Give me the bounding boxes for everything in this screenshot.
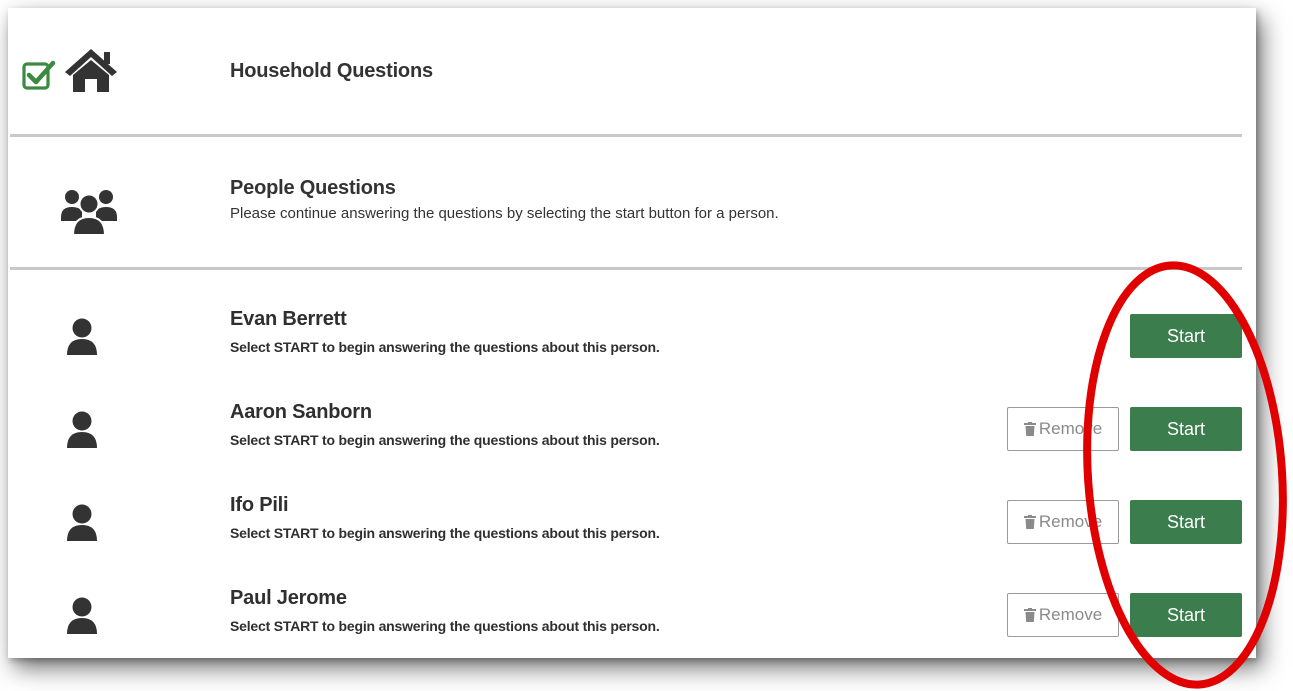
household-title: Household Questions bbox=[230, 60, 433, 82]
person-name: Ifo Pili bbox=[230, 494, 289, 516]
remove-button[interactable]: Remove bbox=[1007, 500, 1119, 544]
user-icon bbox=[66, 504, 98, 547]
start-button[interactable]: Start bbox=[1130, 407, 1242, 451]
trash-icon bbox=[1023, 515, 1036, 529]
trash-icon bbox=[1023, 608, 1036, 622]
trash-icon bbox=[1023, 422, 1036, 436]
questions-card: Household Questions People Questions Ple… bbox=[8, 8, 1256, 658]
start-button[interactable]: Start bbox=[1130, 500, 1242, 544]
users-icon bbox=[60, 187, 118, 242]
person-description: Select START to begin answering the ques… bbox=[230, 618, 660, 634]
house-icon bbox=[62, 46, 120, 99]
person-name: Paul Jerome bbox=[230, 587, 347, 609]
user-icon bbox=[66, 597, 98, 640]
household-section: Household Questions bbox=[8, 8, 1256, 134]
person-description: Select START to begin answering the ques… bbox=[230, 525, 660, 541]
people-subtitle: Please continue answering the questions … bbox=[230, 205, 779, 222]
remove-label: Remove bbox=[1038, 512, 1103, 531]
people-section: People Questions Please continue answeri… bbox=[8, 137, 1256, 267]
remove-button[interactable]: Remove bbox=[1007, 593, 1119, 637]
user-icon bbox=[66, 318, 98, 361]
person-name: Aaron Sanborn bbox=[230, 401, 372, 423]
screenshot-stage: Household Questions People Questions Ple… bbox=[0, 0, 1293, 691]
remove-label: Remove bbox=[1038, 605, 1103, 624]
start-button[interactable]: Start bbox=[1130, 314, 1242, 358]
remove-button[interactable]: Remove bbox=[1007, 407, 1119, 451]
person-name: Evan Berrett bbox=[230, 308, 347, 330]
start-button[interactable]: Start bbox=[1130, 593, 1242, 637]
person-description: Select START to begin answering the ques… bbox=[230, 432, 660, 448]
people-title: People Questions bbox=[230, 177, 396, 199]
remove-label: Remove bbox=[1038, 419, 1103, 438]
person-list: Evan Berrett Select START to begin answe… bbox=[8, 270, 1256, 658]
person-description: Select START to begin answering the ques… bbox=[230, 339, 660, 355]
check-square-icon bbox=[22, 58, 56, 97]
user-icon bbox=[66, 411, 98, 454]
